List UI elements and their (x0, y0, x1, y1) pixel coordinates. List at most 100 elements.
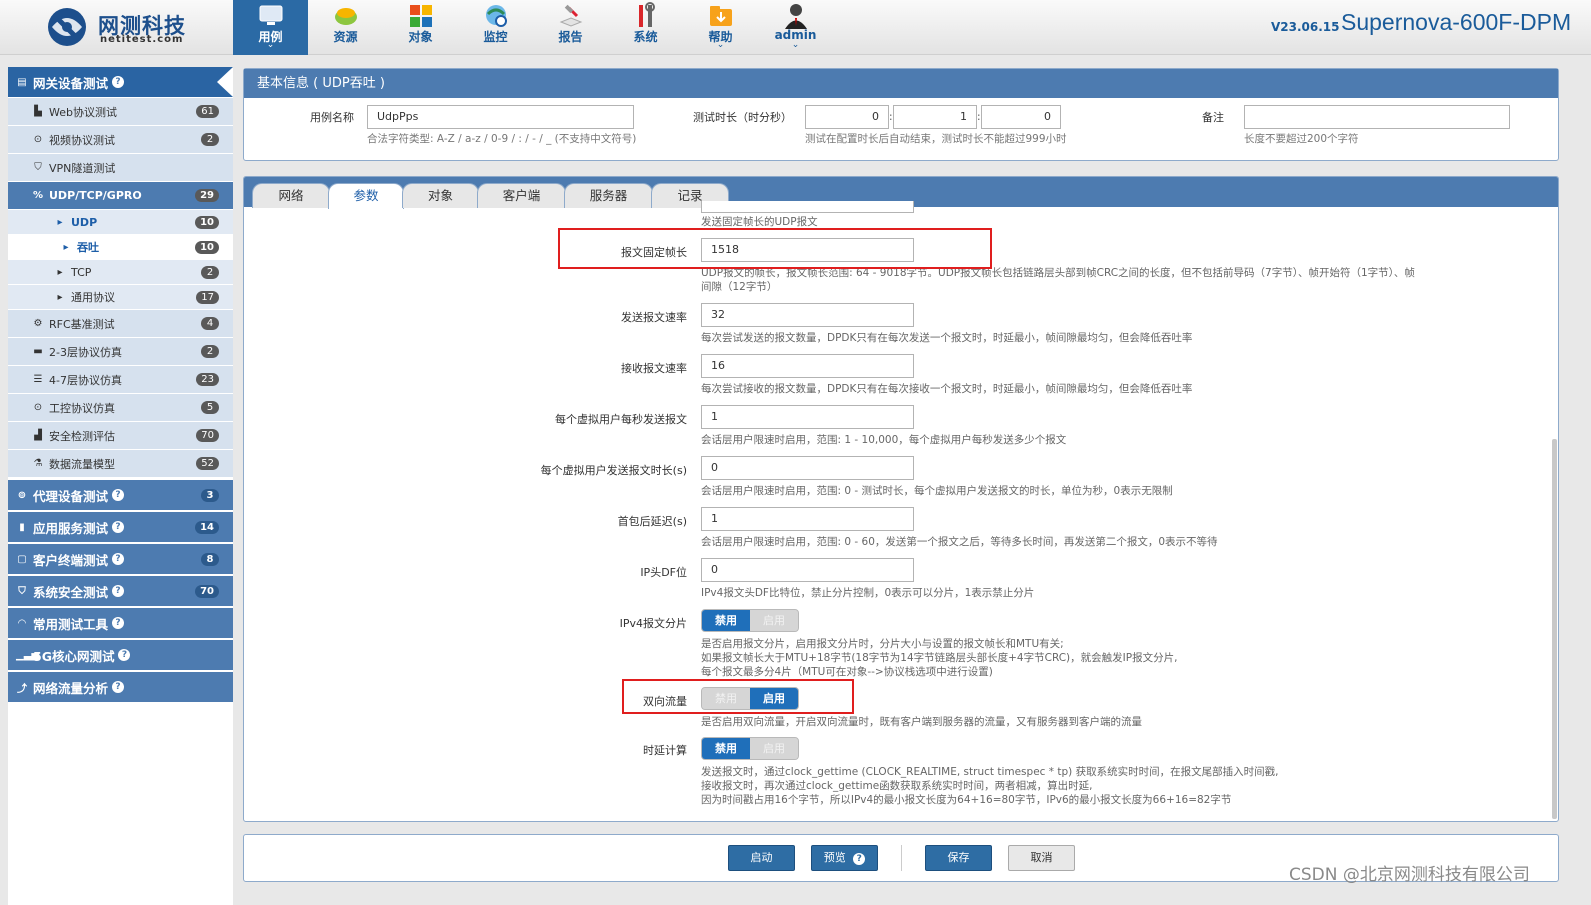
help-icon[interactable]: ? (112, 585, 125, 597)
nav-objects-label: 对象 (408, 30, 433, 44)
duration-hours-input[interactable]: 0 (805, 105, 889, 129)
first-delay-input[interactable]: 1 (701, 507, 914, 531)
signal-icon: ▁▃▅ (16, 649, 40, 661)
report-icon (559, 4, 583, 27)
ip-df-input[interactable]: 0 (701, 558, 914, 582)
help-icon[interactable]: ? (112, 521, 125, 533)
help-icon: ? (853, 853, 866, 865)
gear-icon: ⚙ (33, 318, 43, 329)
sidebar-item-security-eval[interactable]: ▟ 安全检测评估 70 (8, 422, 233, 450)
toggle-on-option[interactable]: 启用 (750, 610, 798, 631)
nav-report[interactable]: 报告 (533, 0, 608, 55)
save-button[interactable]: 保存 (925, 845, 992, 871)
sidebar-item-rfc[interactable]: ⚙ RFC基准测试 4 (8, 310, 233, 338)
sidebar-item-tcp[interactable]: ▸ TCP 2 (8, 260, 233, 285)
duration-minutes-input[interactable]: 1 (893, 105, 977, 129)
web-icon: ▙ (34, 106, 42, 117)
first-delay-hint: 会话层用户限速时启用，范围: 0 - 60，发送第一个报文之后，等待多长时间，再… (701, 536, 1218, 548)
ipv4-frag-label: IPv4报文分片 (619, 617, 687, 630)
ipv4-frag-hint-2: 如果报文帧长大于MTU+18字节(18字节为14字节链路层头部长度+4字节CRC… (701, 652, 1178, 664)
nav-monitor[interactable]: 监控 (458, 0, 533, 55)
latency-hint-2: 接收报文时，再次通过clock_gettime函数获取系统实时时间，两者相减，算… (701, 780, 1093, 792)
per-user-duration-label: 每个虚拟用户发送报文时长(s) (540, 464, 687, 477)
start-button[interactable]: 启动 (728, 845, 795, 871)
sidebar-item-udp[interactable]: ▸ UDP 10 (8, 210, 233, 235)
sidebar-item-throughput[interactable]: ▸ 吞吐 10 (8, 235, 233, 260)
tab-params[interactable]: 参数 (328, 183, 404, 209)
sidebar-item-tools[interactable]: ◠ 常用测试工具 ? (8, 608, 233, 639)
sidebar-item-app-service[interactable]: ▮ 应用服务测试 ? 14 (8, 512, 233, 543)
previous-field-input[interactable] (701, 201, 914, 213)
count-badge: 29 (195, 189, 219, 202)
help-icon[interactable]: ? (118, 649, 131, 661)
help-folder-icon (710, 6, 732, 26)
nav-admin[interactable]: admin ⌄ (758, 0, 833, 55)
toggle-off-option[interactable]: 禁用 (702, 610, 750, 631)
link-icon: % (32, 190, 44, 201)
remark-input[interactable] (1244, 105, 1510, 129)
sidebar-item-system-security[interactable]: ⛉ 系统安全测试 ? 70 (8, 576, 233, 607)
sidebar-item-traffic-model[interactable]: ⚗ 数据流量模型 52 (8, 450, 233, 478)
sidebar-item-5g-core[interactable]: ▁▃▅ 5G核心网测试 ? (8, 640, 233, 671)
sidebar-item-proxy-test[interactable]: ⊚ 代理设备测试 ? 3 (8, 480, 233, 511)
nav-objects[interactable]: 对象 (383, 0, 458, 55)
help-icon[interactable]: ? (112, 681, 125, 693)
ip-df-label: IP头DF位 (640, 566, 687, 579)
preview-button[interactable]: 预览 ? (811, 845, 878, 871)
sidebar-item-ics[interactable]: ⊙ 工控协议仿真 5 (8, 394, 233, 422)
tab-client[interactable]: 客户端 (477, 183, 566, 208)
logo-mark-icon (48, 8, 86, 46)
help-icon[interactable]: ? (112, 76, 125, 88)
help-icon[interactable]: ? (112, 553, 125, 565)
sidebar-item-l47[interactable]: ☰ 4-7层协议仿真 23 (8, 366, 233, 394)
sidebar-item-gateway-test[interactable]: ▤ 网关设备测试 ? (8, 67, 233, 98)
per-user-pps-input[interactable]: 1 (701, 405, 914, 429)
sidebar-item-vpn[interactable]: ⛉ VPN隧道测试 (8, 154, 233, 182)
latency-label: 时延计算 (643, 744, 687, 757)
case-name-label: 用例名称 (310, 111, 354, 124)
case-name-input[interactable]: UdpPps (367, 105, 634, 129)
nav-system[interactable]: 系统 (608, 0, 683, 55)
sidebar-item-web[interactable]: ▙ Web协议测试 61 (8, 98, 233, 126)
toggle-off-option[interactable]: 禁用 (702, 738, 750, 759)
per-user-duration-input[interactable]: 0 (701, 456, 914, 480)
tab-objects[interactable]: 对象 (402, 183, 479, 208)
send-rate-input[interactable]: 32 (701, 303, 914, 327)
toggle-on-option[interactable]: 启用 (750, 738, 798, 759)
nav-monitor-label: 监控 (483, 30, 508, 44)
latency-hint: 发送报文时，通过clock_gettime (CLOCK_REALTIME, s… (701, 766, 1279, 778)
tab-server[interactable]: 服务器 (564, 183, 653, 208)
sidebar-item-l23[interactable]: ▬ 2-3层协议仿真 2 (8, 338, 233, 366)
sidebar-item-client-test[interactable]: ▢ 客户终端测试 ? 8 (8, 544, 233, 575)
latency-toggle[interactable]: 禁用 启用 (701, 737, 799, 760)
sidebar-item-traffic-analysis[interactable]: ⤴ 网络流量分析 ? (8, 672, 233, 703)
remark-hint: 长度不要超过200个字符 (1244, 133, 1359, 145)
ipv4-frag-toggle[interactable]: 禁用 启用 (701, 609, 799, 632)
caret-right-icon: ▸ (57, 216, 63, 228)
stack-icon: ☰ (33, 374, 43, 385)
tab-network[interactable]: 网络 (252, 183, 330, 208)
help-icon[interactable]: ? (112, 489, 125, 501)
recv-rate-hint: 每次尝试接收的报文数量，DPDK只有在每次接收一个报文时，时延最小，帧间隙最均匀… (701, 383, 1193, 395)
recv-rate-input[interactable]: 16 (701, 354, 914, 378)
duration-seconds-input[interactable]: 0 (981, 105, 1061, 129)
sidebar-item-video[interactable]: ⊙ 视频协议测试 2 (8, 126, 233, 154)
sidebar-item-general-protocol[interactable]: ▸ 通用协议 17 (8, 285, 233, 310)
tablet-icon: ▢ (17, 553, 27, 565)
sidebar-item-label: 系统安全测试 (33, 584, 109, 600)
flask-icon: ⚗ (33, 458, 43, 469)
sidebar-item-udp-tcp-gpro[interactable]: % UDP/TCP/GPRO 29 (8, 182, 233, 210)
help-icon[interactable]: ? (112, 617, 125, 629)
ip-df-hint: IPv4报文头DF比特位，禁止分片控制，0表示可以分片，1表示禁止分片 (701, 587, 1035, 599)
nav-cases[interactable]: 用例 ⌄ (233, 0, 308, 55)
count-badge: 14 (195, 520, 219, 534)
cancel-button[interactable]: 取消 (1008, 845, 1075, 871)
nav-resources[interactable]: 资源 (308, 0, 383, 55)
sidebar-item-label: 常用测试工具 (33, 616, 109, 632)
nav-help[interactable]: 帮助 ⌄ (683, 0, 758, 55)
user-icon (785, 4, 807, 29)
send-rate-label: 发送报文速率 (621, 311, 687, 324)
object-icon (410, 5, 432, 27)
collapse-arrow-icon[interactable] (217, 67, 233, 97)
scrollbar[interactable] (1552, 439, 1557, 819)
